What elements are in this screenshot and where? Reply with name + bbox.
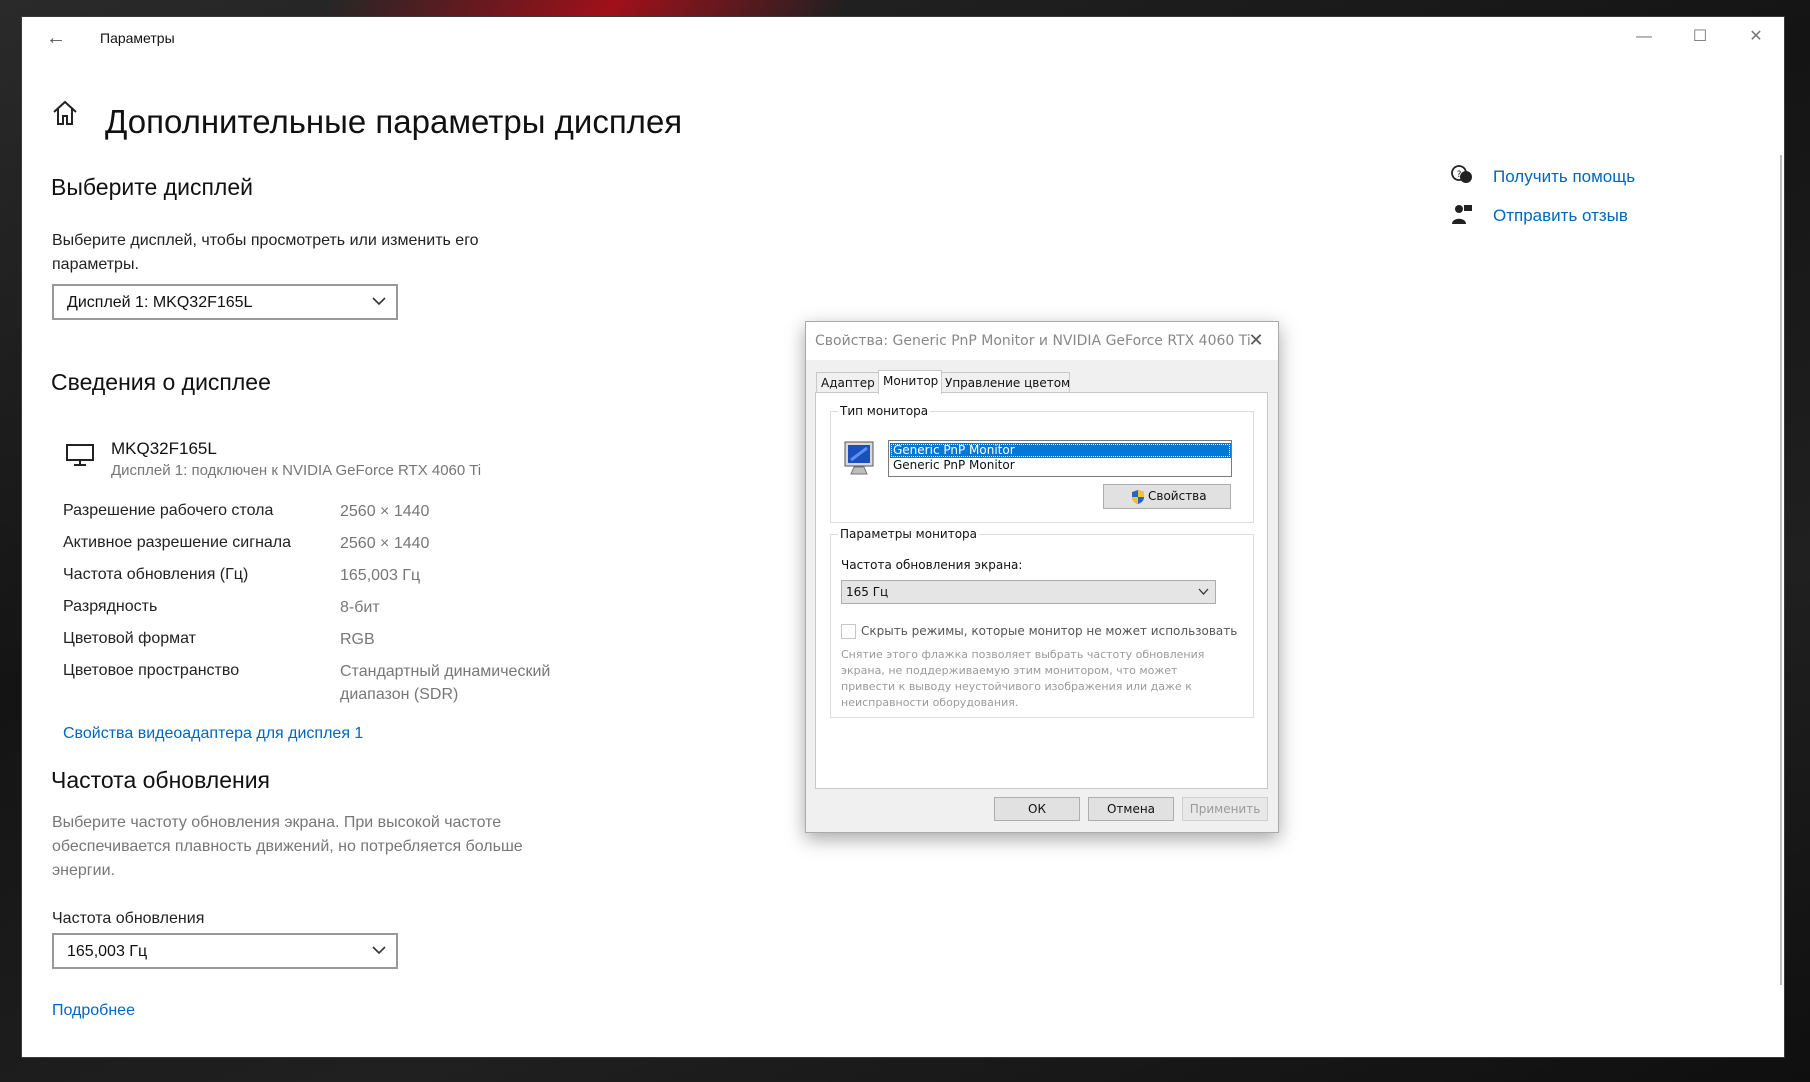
info-value: 8-бит — [340, 599, 380, 616]
refresh-heading: Частота обновления — [51, 767, 271, 793]
monitor-properties-dialog: Свойства: Generic PnP Monitor и NVIDIA G… — [805, 321, 1279, 833]
scrollbar[interactable] — [1780, 155, 1782, 985]
monitor-type-legend: Тип монитора — [838, 404, 931, 418]
minimize-icon[interactable]: — — [1616, 17, 1672, 57]
info-label: Активное разрешение сигнала — [63, 534, 292, 551]
refresh-rate-dropdown[interactable]: 165,003 Гц — [52, 933, 398, 969]
dialog-title-bar: Свойства: Generic PnP Monitor и NVIDIA G… — [806, 322, 1278, 360]
info-value: 2560 × 1440 — [340, 535, 430, 552]
monitor-properties-button[interactable]: Свойства — [1103, 484, 1231, 509]
choose-display-description: Выберите дисплей, чтобы просмотреть или … — [52, 232, 479, 273]
info-label: Разрешение рабочего стола — [63, 502, 274, 519]
close-icon[interactable]: ✕ — [1728, 17, 1784, 57]
monitor-name: MKQ32F165L — [111, 439, 217, 458]
refresh-rate-label: Частота обновления экрана: — [841, 558, 1023, 572]
chevron-down-icon — [1198, 588, 1209, 595]
hide-modes-note: Снятие этого флажка позволяет выбрать ча… — [841, 648, 1205, 709]
home-icon[interactable] — [49, 97, 81, 129]
refresh-description: Выберите частоту обновления экрана. При … — [52, 814, 523, 879]
back-arrow-icon[interactable]: ← — [36, 23, 76, 53]
info-label: Цветовое пространство — [63, 662, 240, 679]
ok-button[interactable]: ОК — [994, 797, 1080, 821]
display-info-heading: Сведения о дисплее — [51, 369, 271, 395]
dialog-close-icon[interactable]: ✕ — [1242, 328, 1270, 354]
adapter-properties-link[interactable]: Свойства видеоадаптера для дисплея 1 — [63, 725, 363, 743]
monitor-connection: Дисплей 1: подключен к NVIDIA GeForce RT… — [111, 462, 482, 479]
tab-monitor[interactable]: Монитор — [878, 370, 942, 394]
send-feedback-link[interactable]: Отправить отзыв — [1493, 206, 1628, 226]
monitor-listbox[interactable]: Generic PnP Monitor Generic PnP Monitor — [888, 440, 1232, 477]
screen-refresh-value: 165 Гц — [846, 585, 889, 599]
info-value: 2560 × 1440 — [340, 503, 430, 520]
refresh-field-label: Частота обновления — [52, 910, 205, 927]
chevron-down-icon — [372, 946, 386, 955]
title-bar: ← Параметры — ☐ ✕ — [22, 17, 1784, 59]
monitor-type-group: Тип монитора Generic PnP Monitor Generic… — [830, 404, 1254, 523]
cancel-button[interactable]: Отмена — [1088, 797, 1174, 821]
info-value: 165,003 Гц — [340, 567, 421, 584]
info-label: Частота обновления (Гц) — [63, 566, 249, 583]
apply-button[interactable]: Применить — [1182, 797, 1268, 821]
dialog-title: Свойства: Generic PnP Monitor и NVIDIA G… — [815, 333, 1251, 349]
get-help-link[interactable]: Получить помощь — [1493, 167, 1635, 187]
tab-color-management[interactable]: Управление цветом — [940, 372, 1070, 393]
hide-modes-checkbox[interactable] — [841, 624, 856, 639]
app-title: Параметры — [100, 30, 175, 46]
info-label: Цветовой формат — [63, 630, 197, 647]
list-item[interactable]: Generic PnP Monitor — [890, 458, 1231, 473]
properties-button-label: Свойства — [1148, 489, 1207, 503]
refresh-rate-value: 165,003 Гц — [67, 943, 148, 960]
learn-more-link[interactable]: Подробнее — [52, 1002, 135, 1020]
tab-adapter[interactable]: Адаптер — [816, 372, 880, 393]
monitor-device-icon — [844, 441, 874, 475]
list-item[interactable]: Generic PnP Monitor — [890, 443, 1231, 458]
display-dropdown[interactable]: Дисплей 1: MKQ32F165L — [52, 284, 398, 320]
monitor-settings-group: Параметры монитора Частота обновления эк… — [830, 527, 1254, 718]
chevron-down-icon — [372, 297, 386, 306]
shield-icon — [1132, 490, 1144, 504]
page-title: Дополнительные параметры дисплея — [105, 103, 683, 140]
maximize-icon[interactable]: ☐ — [1672, 17, 1728, 57]
monitor-tab-panel: Тип монитора Generic PnP Monitor Generic… — [815, 392, 1268, 789]
feedback-icon — [1452, 205, 1472, 224]
svg-text:?: ? — [1457, 170, 1462, 180]
info-value: Стандартный динамический диапазон (SDR) — [340, 663, 551, 703]
hide-modes-label: Скрыть режимы, которые монитор не может … — [861, 624, 1238, 638]
info-label: Разрядность — [63, 598, 158, 615]
display-dropdown-value: Дисплей 1: MKQ32F165L — [67, 294, 253, 311]
help-icon: ? — [1451, 165, 1472, 183]
screen-refresh-combo[interactable]: 165 Гц — [841, 580, 1216, 604]
choose-display-heading: Выберите дисплей — [51, 174, 253, 200]
monitor-icon — [66, 444, 94, 466]
monitor-settings-legend: Параметры монитора — [838, 527, 980, 541]
info-value: RGB — [340, 631, 375, 648]
